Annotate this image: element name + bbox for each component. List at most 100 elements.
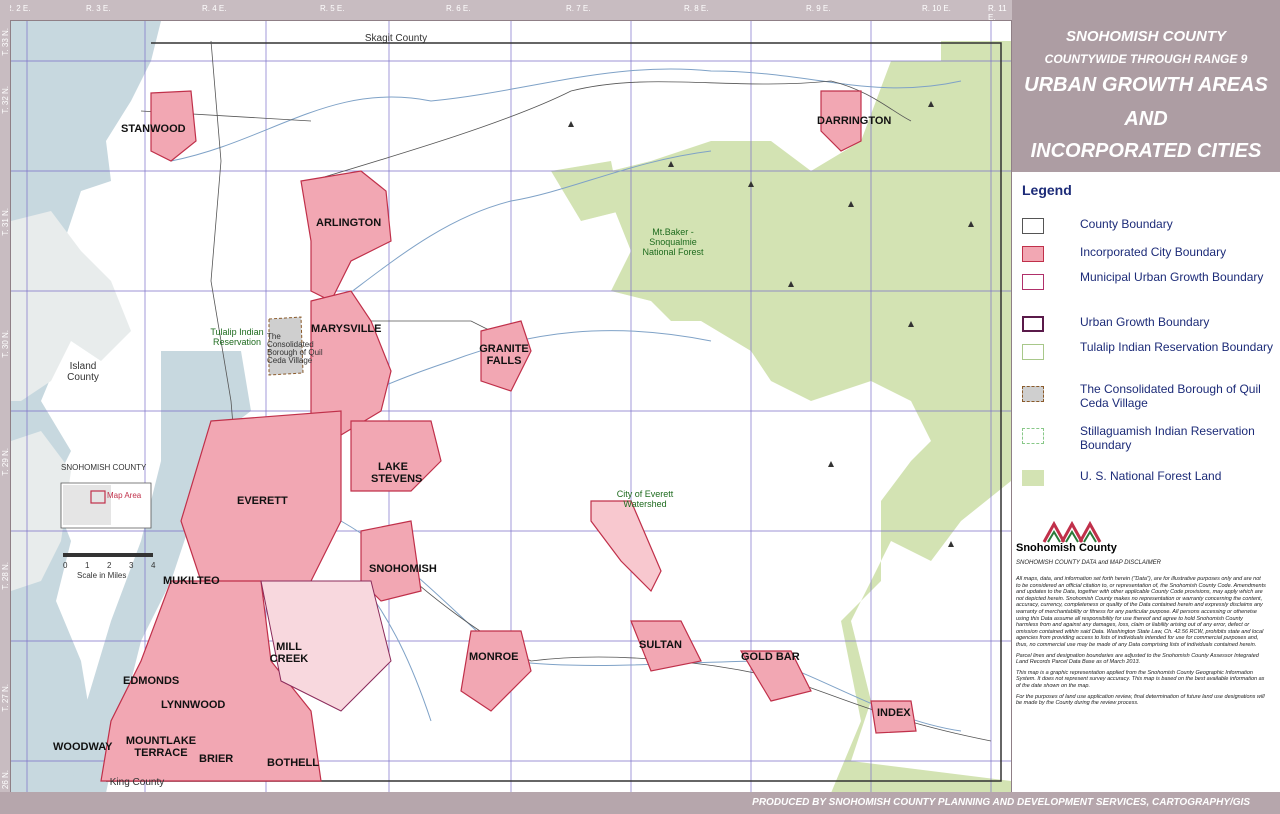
city-mukilteo[interactable]: MUKILTEO [163,575,220,587]
monroe-area [460,630,532,712]
city-lake-stevens[interactable]: LAKE STEVENS [371,461,422,485]
range-label: R. 10 E. [922,4,951,13]
legend-label: County Boundary [1080,217,1173,231]
quil-ceda-swatch [1022,386,1044,402]
footer-credit: PRODUCED BY SNOHOMISH COUNTY PLANNING AN… [752,797,1250,808]
city-boundary-swatch [1022,246,1044,262]
range-label: R. 9 E. [806,4,831,13]
scale: 0 1 2 3 4 Scale in Miles [63,549,163,580]
legend-label: U. S. National Forest Land [1080,469,1222,483]
scale-tick: 3 [129,561,134,570]
skagit-county-label: Skagit County [364,33,428,44]
township-label: T. 27 N. [1,684,10,712]
forest-label: Mt.Baker - Snoqualmie National Forest [642,227,704,257]
city-bothell[interactable]: BOTHELL [267,757,319,769]
township-label: T. 31 N. [1,208,10,236]
forest-swatch [1022,470,1044,486]
legend-item: Urban Growth Boundary [1022,312,1277,342]
legend-item: Stillaguamish Indian Reservation Boundar… [1022,424,1277,454]
city-gold-bar[interactable]: GOLD BAR [741,651,800,663]
disclaimer-purposes: For the purposes of land use application… [1016,693,1265,707]
disclaimer-title: SNOHOMISH COUNTY DATA and MAP DISCLAIMER [1016,560,1161,566]
title-line-4: AND [1124,108,1168,130]
logo-label: Snohomish County [1016,542,1117,554]
city-snohomish[interactable]: SNOHOMISH [369,563,437,575]
city-edmonds[interactable]: EDMONDS [123,675,179,687]
legend-title: Legend [1022,182,1072,198]
arlington-area [300,170,392,302]
title-line-2: COUNTYWIDE THROUGH RANGE 9 [1044,52,1248,66]
scale-tick: 1 [85,561,90,570]
legend-label: Urban Growth Boundary [1080,315,1210,329]
tulalip-label: Tulalip Indian Reservation [210,327,264,347]
city-arlington[interactable]: ARLINGTON [316,217,381,229]
city-everett[interactable]: EVERETT [237,495,288,507]
range-label: R. 7 E. [566,4,591,13]
scale-tick: 0 [63,561,68,570]
city-woodway[interactable]: WOODWAY [53,741,113,753]
title-line-5: INCORPORATED CITIES [1030,140,1262,162]
legend-item: Tulalip Indian Reservation Boundary [1022,340,1277,370]
township-label: T. 28 N. [1,562,10,590]
range-label: R. 3 E. [86,4,111,13]
city-monroe[interactable]: MONROE [469,651,519,663]
range-label: R. 4 E. [202,4,227,13]
title-panel: SNOHOMISH COUNTY COUNTYWIDE THROUGH RANG… [1012,0,1280,172]
township-ruler: T. 33 N. T. 32 N. T. 31 N. T. 30 N. T. 2… [0,0,10,814]
township-label: T. 29 N. [1,448,10,476]
range-label: R. 8 E. [684,4,709,13]
legend-label: The Consolidated Borough of Quil Ceda Vi… [1080,382,1261,410]
uga-swatch [1022,316,1044,332]
legend-item: Municipal Urban Growth Boundary [1022,270,1277,300]
watershed-area [590,500,662,593]
township-label: T. 32 N. [1,86,10,114]
city-mountlake-terrace[interactable]: MOUNTLAKE TERRACE [121,735,201,759]
legend-panel: Legend County Boundary Incorporated City… [1012,172,1280,792]
disclaimer-graphic: This map is a graphic representation app… [1016,669,1265,689]
legend-label: Stillaguamish Indian Reservation Boundar… [1080,424,1255,452]
scale-label: Scale in Miles [77,571,127,580]
legend-item: County Boundary [1022,214,1277,244]
disclaimer-parcel: Parcel lines and designation boundaries … [1016,652,1259,666]
township-label: T. 33 N. [1,28,10,56]
title-line-3: URBAN GROWTH AREAS [1024,74,1268,96]
title-line-1: SNOHOMISH COUNTY [1065,28,1226,45]
legend-label: Tulalip Indian Reservation Boundary [1080,340,1274,354]
snohomish-county-logo [1042,520,1102,543]
city-mill-creek[interactable]: MILL CREEK [269,641,309,665]
footer-bar: PRODUCED BY SNOHOMISH COUNTY PLANNING AN… [0,792,1280,814]
disclaimer-body: All maps, data, and information set fort… [1016,576,1266,707]
city-stanwood[interactable]: STANWOOD [121,123,186,135]
inset-title: SNOHOMISH COUNTY [61,463,147,472]
legend-item: The Consolidated Borough of Quil Ceda Vi… [1022,382,1277,412]
city-granite-falls[interactable]: GRANITE FALLS [469,343,539,367]
scale-tick: 4 [151,561,156,570]
tulalip-swatch [1022,344,1044,360]
range-label: R. 6 E. [446,4,471,13]
municipal-uga-swatch [1022,274,1044,290]
range-label: R. 5 E. [320,4,345,13]
legend-label: Incorporated City Boundary [1080,245,1227,259]
national-forest [611,41,1011,793]
legend-item: Incorporated City Boundary [1022,242,1277,272]
stillaguamish-swatch [1022,428,1044,444]
city-index[interactable]: INDEX [877,707,911,719]
map-canvas[interactable]: Skagit County Island County King County … [10,20,1012,794]
forest-patch [551,161,621,221]
city-brier[interactable]: BRIER [199,753,233,765]
king-county-label: King County [109,777,165,788]
range-ruler: R. 2 E. R. 3 E. R. 4 E. R. 5 E. R. 6 E. … [0,0,1012,22]
legend-label: Municipal Urban Growth Boundary [1080,270,1264,284]
island-county-label: Island County [67,361,99,383]
locator-inset: SNOHOMISH COUNTY Map Area [51,461,161,536]
township-label: T. 30 N. [1,330,10,358]
county-boundary-swatch [1022,218,1044,234]
quil-ceda-label: The Consolidated Borough of Quil Ceda Vi… [267,332,323,365]
city-darrington[interactable]: DARRINGTON [817,115,891,127]
city-sultan[interactable]: SULTAN [639,639,682,651]
inset-map [60,482,152,529]
watershed-label: City of Everett Watershed [616,489,674,509]
legend-item: U. S. National Forest Land [1022,466,1277,496]
city-lynnwood[interactable]: LYNNWOOD [161,699,225,711]
scale-tick: 2 [107,561,112,570]
